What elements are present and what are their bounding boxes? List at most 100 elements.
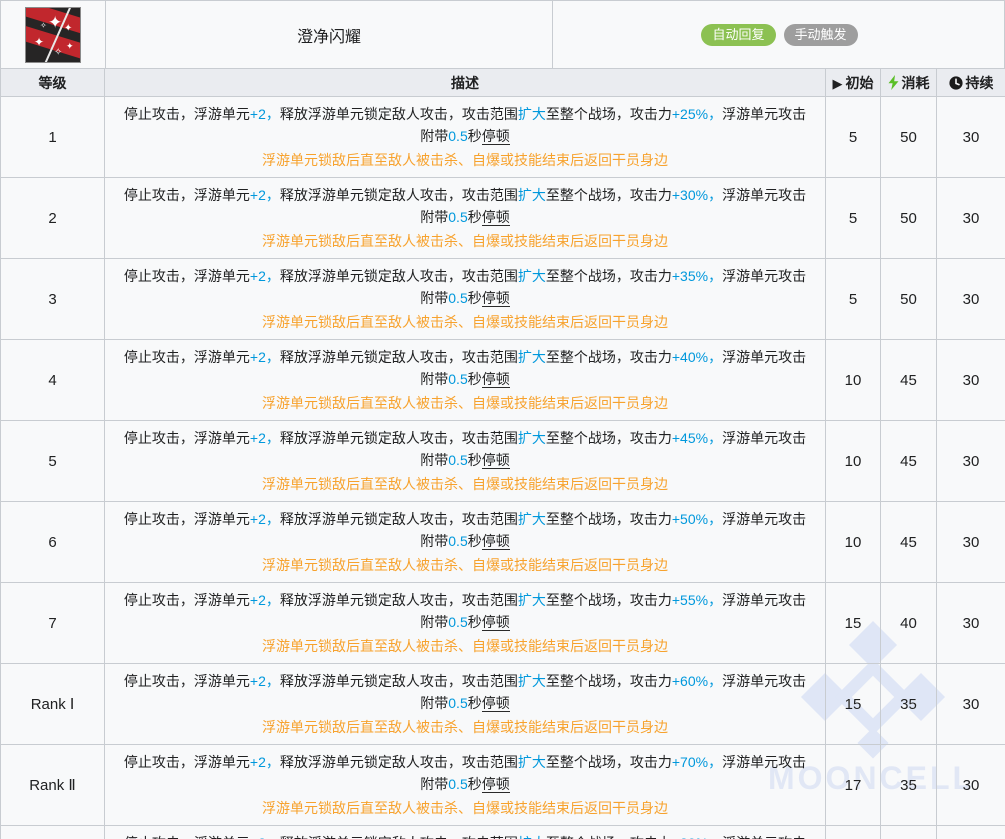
initial-sp-cell: 17 bbox=[825, 825, 881, 839]
sp-cost-cell: 50 bbox=[880, 258, 937, 340]
desc-segment: 秒 bbox=[467, 452, 482, 468]
description-text: 停止攻击，浮游单元+2，释放浮游单元锁定敌人攻击，攻击范围扩大至整个战场，攻击力… bbox=[117, 832, 813, 839]
attack-buff-value: +55%， bbox=[671, 592, 723, 608]
desc-segment: 停止攻击，浮游单元 bbox=[123, 430, 250, 446]
range-expand-value: 扩大 bbox=[517, 430, 546, 446]
level-value: 7 bbox=[48, 614, 57, 632]
duration-value: 30 bbox=[962, 452, 980, 470]
desc-segment: 至整个战场，攻击力 bbox=[545, 673, 672, 689]
sparkle-icon: ✧ bbox=[40, 20, 47, 30]
description-note: 浮游单元锁敌后直至敌人被击杀、自爆或技能结束后返回干员身边 bbox=[262, 719, 668, 735]
range-expand-value: 扩大 bbox=[517, 673, 546, 689]
pause-term-tooltip[interactable]: 停顿 bbox=[481, 290, 510, 307]
range-expand-value: 扩大 bbox=[517, 592, 546, 608]
pause-seconds-value: 0.5 bbox=[448, 452, 468, 468]
duration-cell: 30 bbox=[936, 339, 1005, 421]
pause-term-tooltip[interactable]: 停顿 bbox=[481, 533, 510, 550]
duration-label: 持续 bbox=[965, 74, 994, 91]
sp-cost-cell: 40 bbox=[880, 582, 937, 664]
skill-level-row: Rank Ⅱ 停止攻击，浮游单元+2，释放浮游单元锁定敌人攻击，攻击范围扩大至整… bbox=[0, 744, 1005, 826]
description-text: 停止攻击，浮游单元+2，释放浮游单元锁定敌人攻击，攻击范围扩大至整个战场，攻击力… bbox=[117, 427, 813, 471]
desc-segment: 至整个战场，攻击力 bbox=[545, 106, 672, 122]
initial-sp-cell: 15 bbox=[825, 663, 881, 745]
initial-sp-cell: 5 bbox=[825, 177, 881, 259]
sp-cost-value: 35 bbox=[900, 695, 917, 713]
level-cell: 5 bbox=[0, 420, 105, 502]
level-cell: 2 bbox=[0, 177, 105, 259]
drone-count-value: +2， bbox=[249, 106, 280, 122]
skill-level-row: Rank Ⅰ 停止攻击，浮游单元+2，释放浮游单元锁定敌人攻击，攻击范围扩大至整… bbox=[0, 663, 1005, 745]
duration-value: 30 bbox=[962, 290, 980, 308]
range-expand-value: 扩大 bbox=[517, 511, 546, 527]
desc-segment: 释放浮游单元锁定敌人攻击，攻击范围 bbox=[279, 673, 518, 689]
sp-cost-cell: 35 bbox=[880, 744, 937, 826]
description-note: 浮游单元锁敌后直至敌人被击杀、自爆或技能结束后返回干员身边 bbox=[262, 557, 668, 573]
range-expand-value: 扩大 bbox=[517, 106, 546, 122]
pause-term-tooltip[interactable]: 停顿 bbox=[481, 614, 510, 631]
pause-term-tooltip[interactable]: 停顿 bbox=[481, 695, 510, 712]
skill-level-row: 1 停止攻击，浮游单元+2，释放浮游单元锁定敌人攻击，攻击范围扩大至整个战场，攻… bbox=[0, 96, 1005, 178]
column-header-sp-cost: 消耗 bbox=[880, 68, 937, 97]
desc-segment: 释放浮游单元锁定敌人攻击，攻击范围 bbox=[279, 187, 518, 203]
sparkle-icon: ✦ bbox=[48, 12, 63, 32]
duration-cell: 30 bbox=[936, 420, 1005, 502]
desc-segment: 释放浮游单元锁定敌人攻击，攻击范围 bbox=[279, 430, 518, 446]
sp-cost-cell: 35 bbox=[880, 663, 937, 745]
play-icon: ▶ bbox=[832, 75, 843, 91]
duration-value: 30 bbox=[962, 209, 980, 227]
column-header-duration: 持续 bbox=[936, 68, 1005, 97]
level-value: 4 bbox=[48, 371, 57, 389]
range-expand-value: 扩大 bbox=[517, 349, 546, 365]
desc-segment: 释放浮游单元锁定敌人攻击，攻击范围 bbox=[279, 511, 518, 527]
pause-term-tooltip[interactable]: 停顿 bbox=[481, 128, 510, 145]
pause-term-tooltip[interactable]: 停顿 bbox=[481, 209, 510, 226]
description-cell: 停止攻击，浮游单元+2，释放浮游单元锁定敌人攻击，攻击范围扩大至整个战场，攻击力… bbox=[104, 258, 826, 340]
description-cell: 停止攻击，浮游单元+2，释放浮游单元锁定敌人攻击，攻击范围扩大至整个战场，攻击力… bbox=[104, 177, 826, 259]
sp-cost-cell: 45 bbox=[880, 501, 937, 583]
attack-buff-value: +45%， bbox=[671, 430, 723, 446]
pause-term-tooltip[interactable]: 停顿 bbox=[481, 371, 510, 388]
skill-level-row: 6 停止攻击，浮游单元+2，释放浮游单元锁定敌人攻击，攻击范围扩大至整个战场，攻… bbox=[0, 501, 1005, 583]
attack-buff-value: +50%， bbox=[671, 511, 723, 527]
skill-icon-cell: ✦ ✦ ✦ ✦ ✧ ✧ bbox=[1, 1, 105, 68]
description-note: 浮游单元锁敌后直至敌人被击杀、自爆或技能结束后返回干员身边 bbox=[262, 152, 668, 168]
sp-cost-value: 50 bbox=[900, 209, 917, 227]
description-text: 停止攻击，浮游单元+2，释放浮游单元锁定敌人攻击，攻击范围扩大至整个战场，攻击力… bbox=[117, 751, 813, 795]
level-cell: Rank Ⅰ bbox=[0, 663, 105, 745]
drone-count-value: +2， bbox=[249, 511, 280, 527]
desc-segment: 至整个战场，攻击力 bbox=[545, 430, 672, 446]
attack-buff-value: +70%， bbox=[671, 754, 723, 770]
desc-segment: 释放浮游单元锁定敌人攻击，攻击范围 bbox=[279, 106, 518, 122]
range-expand-value: 扩大 bbox=[517, 754, 546, 770]
desc-segment: 停止攻击，浮游单元 bbox=[124, 835, 250, 839]
level-cell: 7 bbox=[0, 582, 105, 664]
pause-term-tooltip[interactable]: 停顿 bbox=[481, 776, 510, 793]
attack-buff-value: +40%， bbox=[671, 349, 723, 365]
pause-term-tooltip[interactable]: 停顿 bbox=[481, 452, 510, 469]
level-cell: 4 bbox=[0, 339, 105, 421]
level-cell: Rank Ⅱ bbox=[0, 744, 105, 826]
desc-segment: 停止攻击，浮游单元 bbox=[123, 754, 250, 770]
initial-sp-value: 5 bbox=[848, 290, 858, 308]
desc-segment: 释放浮游单元锁定敌人攻击，攻击范围 bbox=[279, 268, 518, 284]
description-note: 浮游单元锁敌后直至敌人被击杀、自爆或技能结束后返回干员身边 bbox=[262, 314, 668, 330]
initial-sp-value: 10 bbox=[844, 371, 862, 389]
desc-segment: 停止攻击，浮游单元 bbox=[123, 673, 250, 689]
desc-segment: 至整个战场，攻击力 bbox=[545, 268, 672, 284]
initial-sp-value: 10 bbox=[844, 533, 862, 551]
description-cell: 停止攻击，浮游单元+2，释放浮游单元锁定敌人攻击，攻击范围扩大至整个战场，攻击力… bbox=[104, 744, 826, 826]
initial-sp-cell: 5 bbox=[825, 258, 881, 340]
pause-seconds-value: 0.5 bbox=[448, 533, 468, 549]
duration-cell: 30 bbox=[936, 501, 1005, 583]
description-text: 停止攻击，浮游单元+2，释放浮游单元锁定敌人攻击，攻击范围扩大至整个战场，攻击力… bbox=[117, 508, 813, 552]
description-cell: 停止攻击，浮游单元+2，释放浮游单元锁定敌人攻击，攻击范围扩大至整个战场，攻击力… bbox=[104, 663, 826, 745]
drone-count-value: +2， bbox=[250, 835, 280, 839]
level-value: 3 bbox=[48, 290, 57, 308]
sp-cost-value: 45 bbox=[900, 371, 917, 389]
desc-segment: 秒 bbox=[467, 128, 482, 144]
sp-cost-value: 40 bbox=[900, 614, 917, 632]
duration-value: 30 bbox=[962, 371, 980, 389]
sp-cost-value: 50 bbox=[900, 128, 917, 146]
skill-name: 澄净闪耀 bbox=[296, 28, 361, 46]
skill-level-row: 3 停止攻击，浮游单元+2，释放浮游单元锁定敌人攻击，攻击范围扩大至整个战场，攻… bbox=[0, 258, 1005, 340]
